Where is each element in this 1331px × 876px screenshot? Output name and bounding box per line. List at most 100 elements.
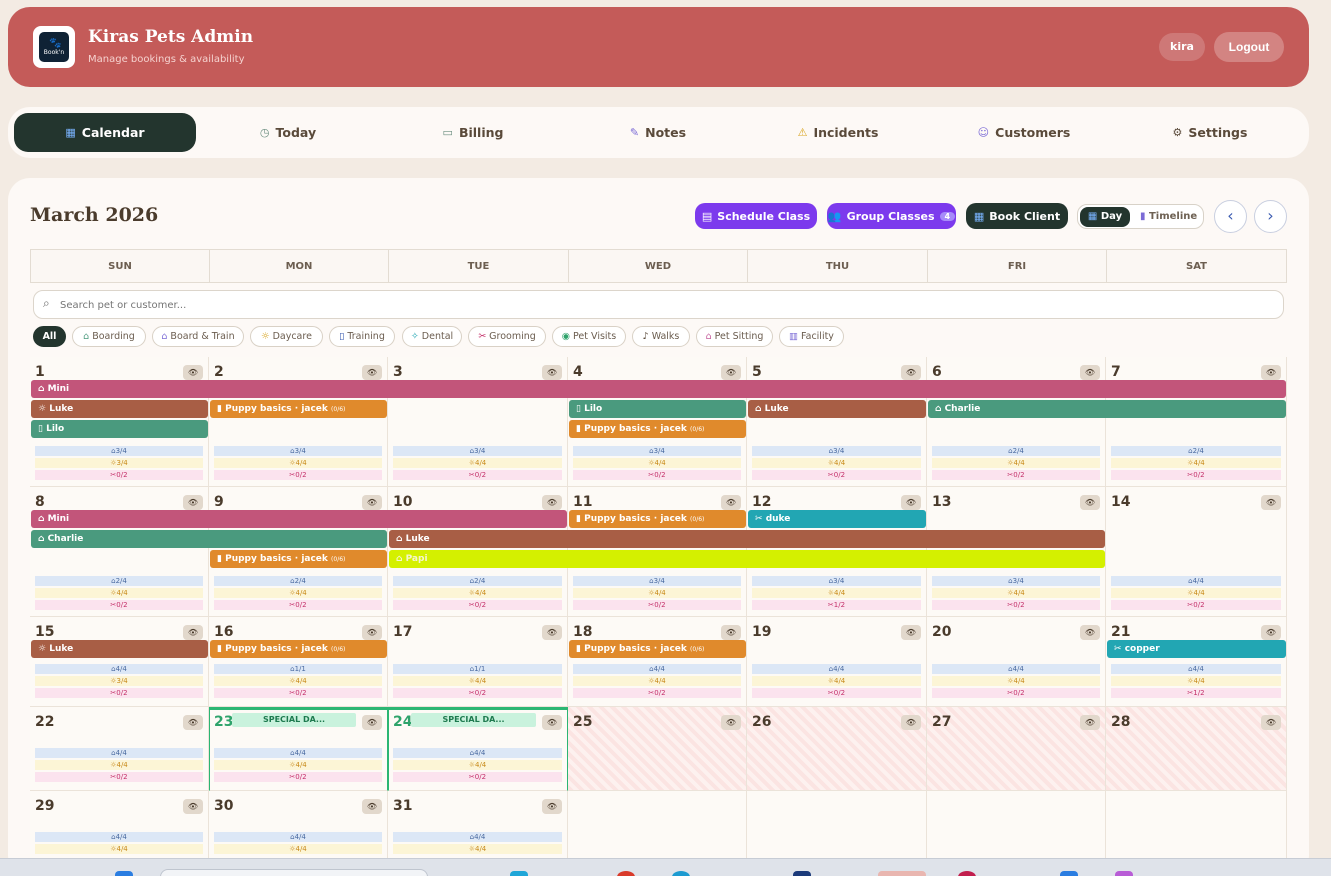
filter-training[interactable]: ▯ Training — [329, 326, 395, 347]
group-classes-button[interactable]: 👥 Group Classes 4 — [827, 203, 956, 229]
eye-icon[interactable]: 👁 — [1261, 625, 1281, 640]
event-bar[interactable]: ☼ Luke — [31, 640, 208, 658]
taskbar-active-app[interactable] — [878, 871, 926, 876]
eye-icon[interactable]: 👁 — [183, 799, 203, 814]
event-bar[interactable]: ▮ Puppy basics · jacek (0/6) — [569, 640, 746, 658]
view-toggle: ▦ Day ▮ Timeline — [1077, 204, 1204, 229]
view-timeline-option[interactable]: ▮ Timeline — [1140, 207, 1197, 227]
event-bar[interactable]: ⌂ Luke — [389, 530, 1105, 548]
eye-icon[interactable]: 👁 — [901, 365, 921, 380]
event-bar[interactable]: ⌂ Papi — [389, 550, 1105, 568]
event-bar[interactable]: ▮ Puppy basics · jacek (0/6) — [569, 420, 746, 438]
eye-icon[interactable]: 👁 — [362, 625, 382, 640]
filter-facility[interactable]: ▥ Facility — [779, 326, 844, 347]
filter-walks[interactable]: ♪ Walks — [632, 326, 690, 347]
eye-icon[interactable]: 👁 — [1261, 365, 1281, 380]
eye-icon[interactable]: 👁 — [1261, 715, 1281, 730]
tab-settings[interactable]: ⚙ Settings — [1130, 113, 1290, 152]
eye-icon[interactable]: 👁 — [721, 495, 741, 510]
event-bar[interactable]: ⌂ Mini — [31, 380, 1286, 398]
view-day-option[interactable]: ▦ Day — [1080, 207, 1130, 227]
eye-icon[interactable]: 👁 — [542, 799, 562, 814]
tab-customers[interactable]: ☺ Customers — [944, 113, 1104, 152]
tab-calendar[interactable]: ▦ Calendar — [14, 113, 196, 152]
day-number: 20 — [932, 624, 952, 640]
event-bar[interactable]: ✂ copper — [1107, 640, 1286, 658]
capacity-indicator: ✂1/2 — [752, 600, 921, 610]
event-bar[interactable]: ▮ Puppy basics · jacek (0/6) — [210, 640, 387, 658]
taskbar-app-icon[interactable] — [1115, 871, 1133, 876]
taskbar-app-icon[interactable] — [793, 871, 811, 876]
filter-boarding[interactable]: ⌂ Boarding — [72, 326, 146, 347]
event-bar[interactable]: ▮ Puppy basics · jacek (0/6) — [210, 400, 387, 418]
eye-icon[interactable]: 👁 — [362, 365, 382, 380]
eye-icon[interactable]: 👁 — [542, 625, 562, 640]
eye-icon[interactable]: 👁 — [721, 365, 741, 380]
eye-icon[interactable]: 👁 — [183, 495, 203, 510]
eye-icon[interactable]: 👁 — [362, 799, 382, 814]
day-cell[interactable] — [1106, 791, 1287, 860]
event-bar[interactable]: ▯ Lilo — [31, 420, 208, 438]
event-bar[interactable]: ▮ Puppy basics · jacek (0/6) — [569, 510, 746, 528]
taskbar-app-icon[interactable] — [958, 871, 976, 876]
event-bar[interactable]: ☼ Luke — [31, 400, 208, 418]
filter-daycare[interactable]: ☼ Daycare — [250, 326, 323, 347]
eye-icon[interactable]: 👁 — [183, 625, 203, 640]
eye-icon[interactable]: 👁 — [542, 715, 562, 730]
event-bar[interactable]: ✂ duke — [748, 510, 926, 528]
capacity-value: 4/4 — [1012, 665, 1024, 673]
tab-incidents[interactable]: ⚠ Incidents — [758, 113, 918, 152]
taskbar-app-icon[interactable] — [510, 871, 528, 876]
eye-icon[interactable]: 👁 — [183, 715, 203, 730]
eye-icon[interactable]: 👁 — [362, 495, 382, 510]
day-cell[interactable] — [1106, 707, 1287, 791]
tab-notes[interactable]: ✎ Notes — [578, 113, 738, 152]
event-bar[interactable]: ▯ Lilo — [569, 400, 746, 418]
filter-pet-visits[interactable]: ◉ Pet Visits — [552, 326, 626, 347]
day-cell[interactable] — [747, 791, 927, 860]
eye-icon[interactable]: 👁 — [1080, 625, 1100, 640]
tab-billing[interactable]: ▭ Billing — [393, 113, 553, 152]
filter-board-train[interactable]: ⌂ Board & Train — [152, 326, 244, 347]
taskbar-app-icon[interactable] — [1060, 871, 1078, 876]
user-menu[interactable]: kira — [1159, 33, 1205, 61]
search-input[interactable] — [60, 296, 1260, 314]
filter-grooming[interactable]: ✂ Grooming — [468, 326, 546, 347]
eye-icon[interactable]: 👁 — [1080, 495, 1100, 510]
event-bar[interactable]: ⌂ Charlie — [31, 530, 387, 548]
taskbar-app-icon[interactable] — [672, 871, 690, 876]
taskbar-app-icon[interactable] — [115, 871, 133, 876]
eye-icon[interactable]: 👁 — [542, 365, 562, 380]
eye-icon[interactable]: 👁 — [183, 365, 203, 380]
eye-icon[interactable]: 👁 — [362, 715, 382, 730]
eye-icon[interactable]: 👁 — [901, 495, 921, 510]
prev-month-button[interactable]: ‹ — [1214, 200, 1247, 233]
event-bar[interactable]: ⌂ Charlie — [928, 400, 1286, 418]
eye-icon[interactable]: 👁 — [1080, 715, 1100, 730]
logout-button[interactable]: Logout — [1214, 32, 1284, 62]
day-cell[interactable] — [747, 707, 927, 791]
next-month-button[interactable]: › — [1254, 200, 1287, 233]
eye-icon[interactable]: 👁 — [901, 625, 921, 640]
eye-icon[interactable]: 👁 — [901, 715, 921, 730]
tab-today[interactable]: ◷ Today — [208, 113, 368, 152]
filter-all[interactable]: All — [33, 326, 66, 347]
book-client-button[interactable]: ▦ Book Client — [966, 203, 1068, 229]
eye-icon[interactable]: 👁 — [1080, 365, 1100, 380]
schedule-class-button[interactable]: ▤ Schedule Class — [695, 203, 817, 229]
filter-pet-sitting[interactable]: ⌂ Pet Sitting — [696, 326, 773, 347]
event-bar[interactable]: ⌂ Mini — [31, 510, 567, 528]
filter-dental[interactable]: ✧ Dental — [402, 326, 462, 347]
eye-icon[interactable]: 👁 — [721, 715, 741, 730]
taskbar-app-icon[interactable] — [617, 871, 635, 876]
eye-icon[interactable]: 👁 — [1261, 495, 1281, 510]
day-cell[interactable] — [927, 791, 1106, 860]
eye-icon[interactable]: 👁 — [542, 495, 562, 510]
day-cell[interactable] — [568, 791, 747, 860]
event-bar[interactable]: ⌂ Luke — [748, 400, 926, 418]
event-bar[interactable]: ▮ Puppy basics · jacek (0/6) — [210, 550, 387, 568]
eye-icon[interactable]: 👁 — [721, 625, 741, 640]
taskbar-search[interactable] — [160, 869, 428, 876]
chip-label: Pet Visits — [573, 331, 617, 342]
app-logo[interactable]: 🐾 Book'n — [33, 26, 75, 68]
